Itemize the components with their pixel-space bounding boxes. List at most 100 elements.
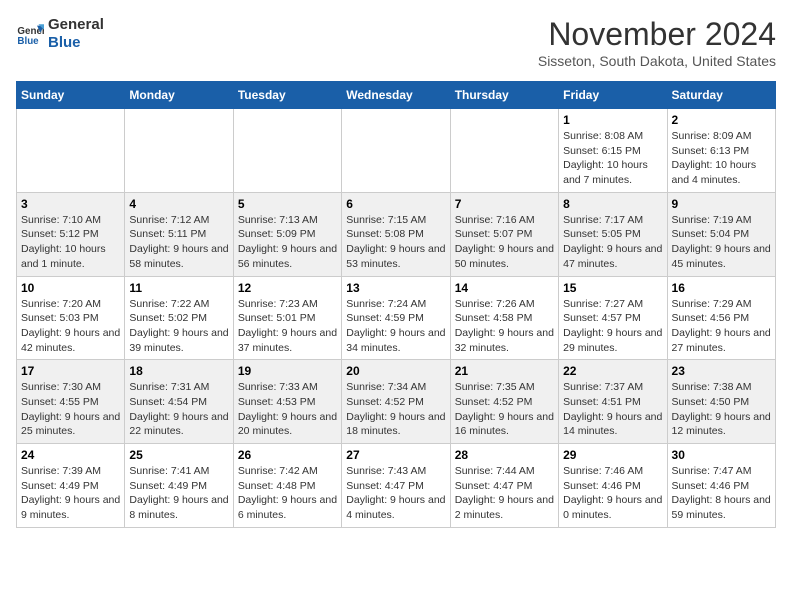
calendar-day-1: 1Sunrise: 8:08 AM Sunset: 6:15 PM Daylig… [559,109,667,193]
calendar-empty-cell [450,109,558,193]
calendar-day-30: 30 Sunrise: 7:47 AM Sunset: 4:46 PM Dayli… [667,444,775,528]
weekday-header-wednesday: Wednesday [342,82,450,109]
day-number: 18 [129,364,228,378]
day-info: Sunrise: 7:23 AM Sunset: 5:01 PM Dayligh… [238,297,337,356]
day-number: 20 [346,364,445,378]
day-number: 16 [672,281,771,295]
calendar-day-8: 8 Sunrise: 7:17 AM Sunset: 5:05 PM Daylig… [559,192,667,276]
day-info: Sunrise: 7:46 AM Sunset: 4:46 PM Dayligh… [563,464,662,523]
calendar-day-18: 18 Sunrise: 7:31 AM Sunset: 4:54 PM Dayli… [125,360,233,444]
day-info: Sunrise: 7:37 AM Sunset: 4:51 PM Dayligh… [563,380,662,439]
calendar-empty-cell [17,109,125,193]
day-info: Sunrise: 7:39 AM Sunset: 4:49 PM Dayligh… [21,464,120,523]
calendar-day-25: 25Sunrise: 7:41 AM Sunset: 4:49 PM Dayli… [125,444,233,528]
day-number: 28 [455,448,554,462]
day-info: Sunrise: 7:41 AM Sunset: 4:49 PM Dayligh… [129,464,228,523]
day-number: 14 [455,281,554,295]
day-number: 5 [238,197,337,211]
day-info: Sunrise: 7:19 AM Sunset: 5:04 PM Dayligh… [672,213,771,272]
calendar-day-20: 20 Sunrise: 7:34 AM Sunset: 4:52 PM Dayli… [342,360,450,444]
calendar-day-3: 3 Sunrise: 7:10 AM Sunset: 5:12 PM Daylig… [17,192,125,276]
weekday-header-tuesday: Tuesday [233,82,341,109]
weekday-header-monday: Monday [125,82,233,109]
day-info: Sunrise: 7:26 AM Sunset: 4:58 PM Dayligh… [455,297,554,356]
day-number: 11 [129,281,228,295]
day-number: 12 [238,281,337,295]
calendar-day-21: 21 Sunrise: 7:35 AM Sunset: 4:52 PM Dayli… [450,360,558,444]
day-number: 1 [563,113,662,127]
day-number: 8 [563,197,662,211]
logo-icon: General Blue [16,20,44,48]
calendar-day-6: 6 Sunrise: 7:15 AM Sunset: 5:08 PM Daylig… [342,192,450,276]
day-info: Sunrise: 7:31 AM Sunset: 4:54 PM Dayligh… [129,380,228,439]
location-subtitle: Sisseton, South Dakota, United States [538,53,776,69]
title-area: November 2024 Sisseton, South Dakota, Un… [538,16,776,69]
day-number: 30 [672,448,771,462]
weekday-header-sunday: Sunday [17,82,125,109]
day-info: Sunrise: 7:42 AM Sunset: 4:48 PM Dayligh… [238,464,337,523]
calendar-day-15: 15 Sunrise: 7:27 AM Sunset: 4:57 PM Dayli… [559,276,667,360]
calendar-day-26: 26 Sunrise: 7:42 AM Sunset: 4:48 PM Dayli… [233,444,341,528]
calendar-day-17: 17Sunrise: 7:30 AM Sunset: 4:55 PM Dayli… [17,360,125,444]
day-number: 15 [563,281,662,295]
day-info: Sunrise: 7:47 AM Sunset: 4:46 PM Dayligh… [672,464,771,523]
calendar-day-24: 24 Sunrise: 7:39 AM Sunset: 4:49 PM Dayli… [17,444,125,528]
calendar-day-23: 23 Sunrise: 7:38 AM Sunset: 4:50 PM Dayli… [667,360,775,444]
calendar-week-row: 17Sunrise: 7:30 AM Sunset: 4:55 PM Dayli… [17,360,776,444]
day-info: Sunrise: 7:38 AM Sunset: 4:50 PM Dayligh… [672,380,771,439]
day-info: Sunrise: 7:34 AM Sunset: 4:52 PM Dayligh… [346,380,445,439]
day-number: 2 [672,113,771,127]
day-info: Sunrise: 7:13 AM Sunset: 5:09 PM Dayligh… [238,213,337,272]
calendar-day-2: 2 Sunrise: 8:09 AM Sunset: 6:13 PM Daylig… [667,109,775,193]
calendar-table: SundayMondayTuesdayWednesdayThursdayFrid… [16,81,776,528]
calendar-day-7: 7Sunrise: 7:16 AM Sunset: 5:07 PM Daylig… [450,192,558,276]
day-info: Sunrise: 7:27 AM Sunset: 4:57 PM Dayligh… [563,297,662,356]
calendar-empty-cell [125,109,233,193]
day-number: 9 [672,197,771,211]
calendar-day-4: 4Sunrise: 7:12 AM Sunset: 5:11 PM Daylig… [125,192,233,276]
calendar-week-row: 24 Sunrise: 7:39 AM Sunset: 4:49 PM Dayli… [17,444,776,528]
day-number: 6 [346,197,445,211]
day-info: Sunrise: 7:29 AM Sunset: 4:56 PM Dayligh… [672,297,771,356]
logo-general: General [48,16,104,34]
day-info: Sunrise: 7:24 AM Sunset: 4:59 PM Dayligh… [346,297,445,356]
calendar-day-13: 13 Sunrise: 7:24 AM Sunset: 4:59 PM Dayli… [342,276,450,360]
calendar-empty-cell [233,109,341,193]
day-info: Sunrise: 7:17 AM Sunset: 5:05 PM Dayligh… [563,213,662,272]
day-number: 13 [346,281,445,295]
calendar-day-10: 10 Sunrise: 7:20 AM Sunset: 5:03 PM Dayli… [17,276,125,360]
day-number: 27 [346,448,445,462]
day-number: 17 [21,364,120,378]
day-number: 24 [21,448,120,462]
calendar-day-12: 12 Sunrise: 7:23 AM Sunset: 5:01 PM Dayli… [233,276,341,360]
day-number: 23 [672,364,771,378]
calendar-day-19: 19Sunrise: 7:33 AM Sunset: 4:53 PM Dayli… [233,360,341,444]
calendar-empty-cell [342,109,450,193]
calendar-day-5: 5 Sunrise: 7:13 AM Sunset: 5:09 PM Daylig… [233,192,341,276]
day-number: 4 [129,197,228,211]
weekday-header-row: SundayMondayTuesdayWednesdayThursdayFrid… [17,82,776,109]
day-number: 19 [238,364,337,378]
header-area: General Blue General Blue November 2024 … [16,16,776,69]
day-number: 10 [21,281,120,295]
day-info: Sunrise: 8:09 AM Sunset: 6:13 PM Dayligh… [672,129,771,188]
day-info: Sunrise: 7:35 AM Sunset: 4:52 PM Dayligh… [455,380,554,439]
day-number: 3 [21,197,120,211]
calendar-week-row: 3 Sunrise: 7:10 AM Sunset: 5:12 PM Daylig… [17,192,776,276]
calendar-day-28: 28 Sunrise: 7:44 AM Sunset: 4:47 PM Dayli… [450,444,558,528]
calendar-day-9: 9 Sunrise: 7:19 AM Sunset: 5:04 PM Daylig… [667,192,775,276]
calendar-day-14: 14 Sunrise: 7:26 AM Sunset: 4:58 PM Dayli… [450,276,558,360]
day-info: Sunrise: 7:20 AM Sunset: 5:03 PM Dayligh… [21,297,120,356]
day-info: Sunrise: 7:16 AM Sunset: 5:07 PM Dayligh… [455,213,554,272]
calendar-day-27: 27Sunrise: 7:43 AM Sunset: 4:47 PM Dayli… [342,444,450,528]
day-number: 21 [455,364,554,378]
weekday-header-saturday: Saturday [667,82,775,109]
day-number: 22 [563,364,662,378]
day-number: 26 [238,448,337,462]
day-info: Sunrise: 7:44 AM Sunset: 4:47 PM Dayligh… [455,464,554,523]
calendar-week-row: 1Sunrise: 8:08 AM Sunset: 6:15 PM Daylig… [17,109,776,193]
day-info: Sunrise: 7:10 AM Sunset: 5:12 PM Dayligh… [21,213,120,272]
day-info: Sunrise: 7:15 AM Sunset: 5:08 PM Dayligh… [346,213,445,272]
logo: General Blue General Blue [16,16,104,52]
month-title: November 2024 [538,16,776,53]
